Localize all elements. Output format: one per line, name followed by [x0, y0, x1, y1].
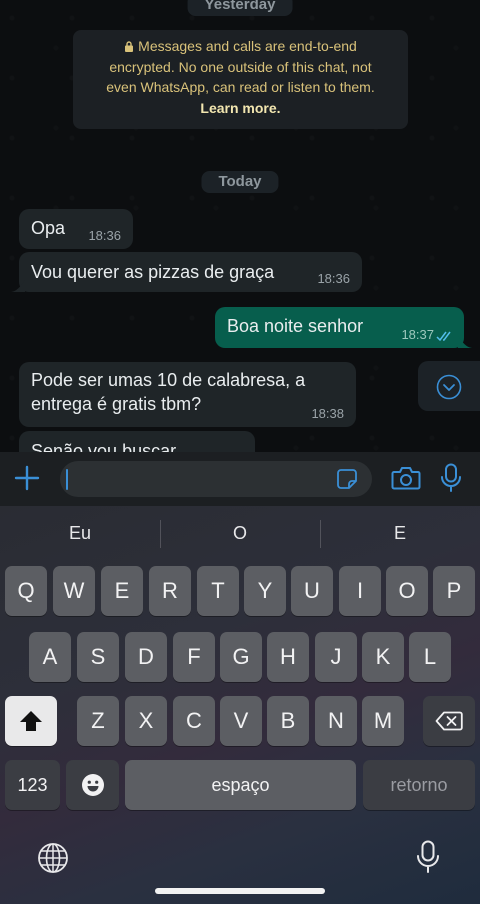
numbers-key[interactable]: 123 [5, 760, 60, 810]
message-input[interactable] [60, 461, 372, 497]
encryption-notice-line1: Messages and calls are end-to-end [138, 38, 357, 54]
key-b[interactable]: B [267, 696, 309, 746]
key-x[interactable]: X [125, 696, 167, 746]
emoji-icon [81, 774, 104, 796]
date-separator-yesterday: Yesterday [187, 0, 293, 16]
bubble-tail-icon [458, 336, 472, 348]
suggestion-bar: Eu O E [0, 506, 480, 560]
key-w[interactable]: W [53, 566, 95, 616]
plus-icon[interactable] [14, 465, 40, 491]
key-a[interactable]: A [29, 632, 71, 682]
keyboard: Eu O E Q W E R T Y U I O P A S D F G H J… [0, 506, 480, 904]
message-time: 18:38 [311, 406, 344, 421]
message-text: Opa [31, 218, 66, 238]
lock-icon [125, 41, 134, 52]
encryption-notice[interactable]: Messages and calls are end-to-end encryp… [73, 30, 408, 129]
return-key[interactable]: retorno [363, 760, 475, 810]
home-indicator[interactable] [155, 888, 325, 894]
encryption-notice-line2: encrypted. No one outside of this chat, … [109, 58, 372, 75]
key-t[interactable]: T [197, 566, 239, 616]
suggestion-item[interactable]: E [320, 523, 480, 544]
globe-icon[interactable] [37, 842, 69, 874]
key-q[interactable]: Q [5, 566, 47, 616]
encryption-notice-line3: even WhatsApp, can read or listen to the… [106, 79, 375, 95]
emoji-key[interactable] [66, 760, 119, 810]
message-outgoing[interactable]: Boa noite senhor 18:37 [215, 307, 472, 348]
sticker-icon[interactable] [336, 468, 358, 490]
key-e[interactable]: E [101, 566, 143, 616]
learn-more-link[interactable]: Learn more. [81, 98, 400, 119]
message-incoming[interactable]: Pode ser umas 10 de calabresa, a entrega… [19, 362, 356, 427]
chevron-down-circle-icon [436, 374, 462, 400]
key-l[interactable]: L [409, 632, 451, 682]
message-time: 18:36 [317, 271, 350, 286]
key-m[interactable]: M [362, 696, 404, 746]
mic-icon[interactable] [440, 463, 462, 493]
message-input-bar [0, 452, 480, 506]
shift-key[interactable] [5, 696, 57, 746]
space-key[interactable]: espaço [125, 760, 356, 810]
message-text: Vou querer as pizzas de graça [31, 262, 275, 282]
suggestion-item[interactable]: Eu [0, 523, 160, 544]
dictation-mic-icon[interactable] [416, 840, 440, 874]
message-incoming[interactable]: Opa 18:36 [19, 209, 133, 249]
message-time: 18:37 [401, 327, 434, 342]
bubble-tail-icon [11, 280, 25, 292]
key-d[interactable]: D [125, 632, 167, 682]
key-j[interactable]: J [315, 632, 357, 682]
key-c[interactable]: C [173, 696, 215, 746]
key-y[interactable]: Y [244, 566, 286, 616]
key-n[interactable]: N [315, 696, 357, 746]
key-k[interactable]: K [362, 632, 404, 682]
date-separator-today: Today [201, 171, 279, 193]
key-r[interactable]: R [149, 566, 191, 616]
message-text: Pode ser umas 10 de calabresa, a entrega… [31, 370, 306, 414]
key-g[interactable]: G [220, 632, 262, 682]
text-caret [66, 469, 68, 490]
shift-arrow-icon [20, 711, 42, 731]
chat-area[interactable]: Yesterday Messages and calls are end-to-… [0, 0, 480, 452]
key-s[interactable]: S [77, 632, 119, 682]
camera-icon[interactable] [391, 465, 421, 491]
key-p[interactable]: P [433, 566, 475, 616]
key-z[interactable]: Z [77, 696, 119, 746]
message-text: Boa noite senhor [227, 316, 364, 336]
scroll-to-bottom-button[interactable] [418, 361, 480, 411]
message-time: 18:36 [88, 228, 121, 243]
key-o[interactable]: O [386, 566, 428, 616]
backspace-key[interactable] [423, 696, 475, 746]
suggestion-item[interactable]: O [160, 523, 320, 544]
key-u[interactable]: U [291, 566, 333, 616]
key-v[interactable]: V [220, 696, 262, 746]
key-f[interactable]: F [173, 632, 215, 682]
backspace-icon [435, 711, 463, 731]
key-h[interactable]: H [267, 632, 309, 682]
message-incoming[interactable]: Senão vou buscar [19, 431, 255, 452]
message-incoming[interactable]: Vou querer as pizzas de graça 18:36 [11, 252, 362, 292]
key-i[interactable]: I [339, 566, 381, 616]
read-ticks-icon [436, 331, 451, 342]
message-text: Senão vou buscar [31, 441, 177, 452]
